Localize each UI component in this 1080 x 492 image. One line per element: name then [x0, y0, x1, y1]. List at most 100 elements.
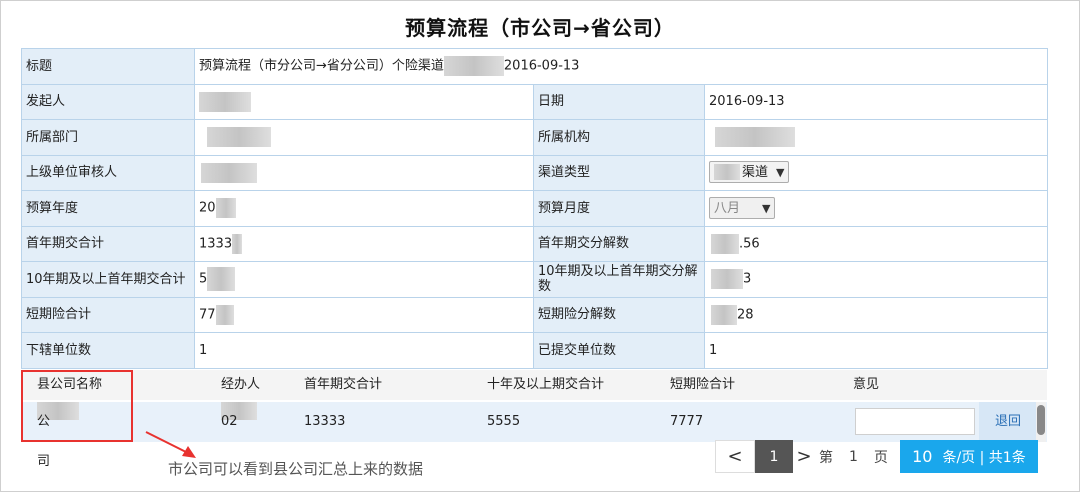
short-total-cell: 77	[194, 296, 534, 333]
form-row-ten-year: 10年期及以上首年期交合计 5 10年期及以上首年期交分解数 3	[21, 261, 1049, 298]
redacted-block	[215, 304, 234, 325]
reviewer-value	[194, 154, 534, 191]
header-first-year: 首年期交合计	[304, 377, 383, 392]
budget-year-cell: 20	[194, 190, 534, 227]
header-handler: 经办人	[221, 377, 261, 392]
page-suffix: 页	[873, 449, 888, 466]
ten-year-total-value: 5	[199, 271, 208, 287]
short-split-cell: 28	[703, 296, 1049, 333]
ten-year-total-cell: 5	[194, 261, 534, 298]
current-page-button[interactable]: 1	[755, 440, 793, 473]
form-row-units: 下辖单位数 1 已提交单位数 1	[21, 332, 1049, 369]
budget-month-select[interactable]: 八月 ▼	[709, 197, 776, 220]
first-year-split-label: 首年期交分解数	[533, 225, 705, 262]
redacted-block	[443, 56, 504, 77]
redacted-block	[711, 233, 739, 254]
sub-units-label: 下辖单位数	[21, 332, 195, 369]
page-prefix: 第	[819, 449, 833, 466]
form-row-short: 短期险合计 77 短期险分解数 28	[21, 296, 1049, 333]
redacted-block	[715, 127, 795, 148]
redacted-block	[207, 127, 271, 148]
org-label: 所属机构	[533, 119, 705, 156]
ten-year-split-value: 3	[743, 271, 752, 287]
pagination: < 1 > 第 1 页 10 条/页 | 共1条	[715, 440, 1038, 473]
title-label: 标题	[21, 48, 195, 85]
redacted-block	[201, 162, 257, 183]
title-value: 预算流程（市分公司→省分公司）个险渠道 2016-09-13	[193, 48, 1049, 85]
short-total-value: 77	[199, 307, 216, 323]
redacted-block	[711, 304, 737, 325]
channel-type-select[interactable]: 渠道 ▼	[709, 161, 790, 184]
form-row-initiator: 发起人 日期 2016-09-13	[21, 83, 1049, 120]
header-short: 短期险合计	[670, 377, 736, 392]
next-page-button[interactable]: >	[793, 440, 815, 473]
first-year-total-value: 1333	[199, 236, 233, 252]
scrollbar[interactable]	[1036, 402, 1046, 442]
county-table-header: 县公司名称 经办人 首年期交合计 十年及以上期交合计 短期险合计 意见	[21, 370, 1047, 400]
budget-form-table: 标题 预算流程（市分公司→省分公司）个险渠道 2016-09-13 发起人 日期 …	[21, 48, 1049, 369]
highlight-box	[21, 370, 133, 442]
return-button[interactable]: 退回	[979, 402, 1037, 442]
date-value: 2016-09-13	[703, 83, 1049, 120]
initiator-value	[194, 83, 534, 120]
form-row-reviewer: 上级单位审核人 渠道类型 渠道 ▼	[21, 154, 1049, 191]
ten-year-cell: 5555	[487, 414, 521, 429]
redacted-block	[207, 267, 236, 292]
chevron-down-icon: ▼	[776, 165, 785, 179]
page-number-input[interactable]: 1	[837, 440, 870, 473]
initiator-label: 发起人	[21, 83, 195, 120]
redacted-block	[714, 164, 740, 181]
arrow-icon	[145, 431, 196, 458]
reviewer-label: 上级单位审核人	[21, 154, 195, 191]
annotation-text: 市公司可以看到县公司汇总上来的数据	[168, 460, 424, 478]
form-row-title: 标题 预算流程（市分公司→省分公司）个险渠道 2016-09-13	[21, 48, 1049, 85]
page-title: 预算流程（市公司→省公司）	[405, 16, 675, 40]
short-cell: 7777	[670, 414, 704, 429]
form-row-budget-year: 预算年度 20 预算月度 八月 ▼	[21, 190, 1049, 227]
short-split-label: 短期险分解数	[533, 296, 705, 333]
sub-units-value: 1	[194, 332, 534, 369]
budget-month-label: 预算月度	[533, 190, 705, 227]
form-row-first-year: 首年期交合计 1333 首年期交分解数 .56	[21, 225, 1049, 262]
dept-value	[194, 119, 534, 156]
ten-year-total-label: 10年期及以上首年期交合计	[21, 261, 195, 298]
form-row-dept: 所属部门 所属机构	[21, 119, 1049, 156]
redacted-block	[199, 91, 251, 112]
header-ten-year: 十年及以上期交合计	[487, 377, 605, 392]
first-year-total-label: 首年期交合计	[21, 225, 195, 262]
opinion-input[interactable]	[855, 408, 975, 435]
org-value	[703, 119, 1049, 156]
date-label: 日期	[533, 83, 705, 120]
handler-value: 02	[221, 414, 238, 429]
submitted-value: 1	[703, 332, 1049, 369]
title-value-date: 2016-09-13	[503, 58, 580, 74]
channel-type-cell: 渠道 ▼	[703, 154, 1049, 191]
redacted-block	[711, 269, 743, 290]
submitted-label: 已提交单位数	[533, 332, 705, 369]
short-total-label: 短期险合计	[21, 296, 195, 333]
budget-month-value: 八月	[714, 200, 741, 216]
channel-type-value: 渠道	[742, 164, 769, 180]
title-value-prefix: 预算流程（市分公司→省分公司）个险渠道	[199, 58, 444, 74]
page-size-value: 10	[912, 447, 933, 466]
redacted-block	[232, 233, 243, 254]
budget-month-cell: 八月 ▼	[703, 190, 1049, 227]
redacted-block	[215, 198, 236, 219]
page-size-select[interactable]: 10 条/页 | 共1条	[899, 440, 1038, 473]
page-size-text: 条/页 | 共1条	[942, 449, 1026, 466]
first-year-total-cell: 1333	[194, 225, 534, 262]
channel-type-label: 渠道类型	[533, 154, 705, 191]
short-split-value: 28	[737, 307, 754, 323]
first-year-split-value: .56	[739, 236, 760, 252]
prev-page-button[interactable]: <	[715, 440, 755, 473]
first-year-split-cell: .56	[703, 225, 1049, 262]
header-opinion: 意见	[853, 377, 880, 392]
ten-year-split-label: 10年期及以上首年期交分解数	[533, 261, 705, 298]
dept-label: 所属部门	[21, 119, 195, 156]
ten-year-split-cell: 3	[703, 261, 1049, 298]
budget-year-label: 预算年度	[21, 190, 195, 227]
first-year-cell: 13333	[304, 414, 346, 429]
chevron-down-icon: ▼	[762, 201, 771, 215]
scrollbar-thumb[interactable]	[1037, 405, 1045, 435]
budget-year-value: 20	[199, 200, 216, 216]
